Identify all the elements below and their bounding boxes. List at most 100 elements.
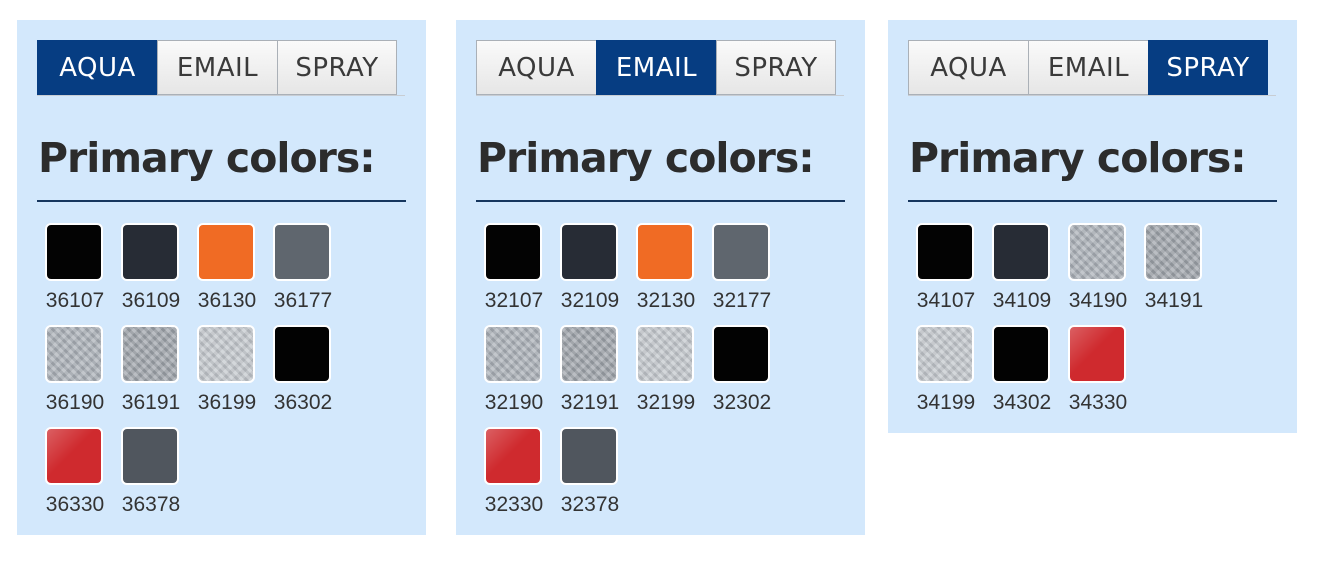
tab-spray[interactable]: SPRAY [1148, 40, 1268, 95]
color-code: 32177 [712, 289, 772, 312]
color-swatch[interactable]: 32378 [552, 427, 628, 529]
color-chip[interactable] [121, 223, 179, 281]
color-swatch[interactable]: 36177 [265, 223, 341, 325]
color-swatch[interactable]: 34109 [984, 223, 1060, 325]
color-swatch[interactable]: 32177 [704, 223, 780, 325]
color-code: 36191 [121, 391, 181, 414]
tab-spray[interactable]: SPRAY [277, 40, 397, 95]
section-title: Primary colors: [477, 134, 815, 182]
color-chip[interactable] [560, 427, 618, 485]
color-code: 36330 [45, 493, 105, 516]
tab-email[interactable]: EMAIL [1028, 40, 1148, 95]
color-chip[interactable] [197, 325, 255, 383]
color-chip[interactable] [45, 325, 103, 383]
color-chip[interactable] [484, 427, 542, 485]
color-chip[interactable] [1068, 223, 1126, 281]
color-chip[interactable] [712, 325, 770, 383]
color-chip[interactable] [636, 223, 694, 281]
color-chip[interactable] [992, 223, 1050, 281]
color-code: 34199 [916, 391, 976, 414]
color-swatch[interactable]: 36302 [265, 325, 341, 427]
color-chip[interactable] [273, 325, 331, 383]
color-swatch[interactable]: 36107 [37, 223, 113, 325]
color-swatch[interactable]: 32107 [476, 223, 552, 325]
color-swatch[interactable]: 36330 [37, 427, 113, 529]
color-code: 32199 [636, 391, 696, 414]
color-swatch[interactable]: 34190 [1060, 223, 1136, 325]
color-swatch[interactable]: 32302 [704, 325, 780, 427]
color-swatch[interactable]: 32199 [628, 325, 704, 427]
color-swatch[interactable]: 34302 [984, 325, 1060, 427]
divider [37, 200, 406, 202]
color-swatch[interactable]: 36378 [113, 427, 189, 529]
color-code: 34109 [992, 289, 1052, 312]
color-chip[interactable] [273, 223, 331, 281]
color-swatch[interactable]: 36130 [189, 223, 265, 325]
color-swatch[interactable]: 36199 [189, 325, 265, 427]
color-chip[interactable] [1068, 325, 1126, 383]
tab-aqua[interactable]: AQUA [476, 40, 596, 95]
color-chip[interactable] [712, 223, 770, 281]
color-code: 36190 [45, 391, 105, 414]
color-chip[interactable] [121, 427, 179, 485]
color-code: 32109 [560, 289, 620, 312]
color-code: 32190 [484, 391, 544, 414]
color-code: 32378 [560, 493, 620, 516]
color-code: 36302 [273, 391, 333, 414]
color-code: 32191 [560, 391, 620, 414]
color-panel-aqua: AQUA EMAIL SPRAY Primary colors: 36107 36… [17, 20, 426, 535]
color-swatch[interactable]: 36191 [113, 325, 189, 427]
color-code: 32107 [484, 289, 544, 312]
color-swatch[interactable]: 32191 [552, 325, 628, 427]
color-code: 34302 [992, 391, 1052, 414]
color-code: 32130 [636, 289, 696, 312]
finish-tabs: AQUA EMAIL SPRAY [476, 40, 844, 96]
color-chip[interactable] [636, 325, 694, 383]
color-chip[interactable] [1144, 223, 1202, 281]
color-code: 32302 [712, 391, 772, 414]
color-swatch[interactable]: 32330 [476, 427, 552, 529]
divider [908, 200, 1277, 202]
divider [476, 200, 845, 202]
color-swatch[interactable]: 32130 [628, 223, 704, 325]
tab-email[interactable]: EMAIL [596, 40, 716, 95]
color-code: 36177 [273, 289, 333, 312]
color-chip[interactable] [560, 223, 618, 281]
color-code: 34107 [916, 289, 976, 312]
color-chip[interactable] [484, 223, 542, 281]
color-swatch[interactable]: 32190 [476, 325, 552, 427]
color-chip[interactable] [992, 325, 1050, 383]
color-code: 36107 [45, 289, 105, 312]
color-swatch[interactable]: 34330 [1060, 325, 1136, 427]
section-title: Primary colors: [909, 134, 1247, 182]
color-swatch[interactable]: 36190 [37, 325, 113, 427]
tab-aqua[interactable]: AQUA [908, 40, 1028, 95]
tab-email[interactable]: EMAIL [157, 40, 277, 95]
color-code: 36109 [121, 289, 181, 312]
color-chip[interactable] [121, 325, 179, 383]
color-code: 34191 [1144, 289, 1204, 312]
color-chip[interactable] [484, 325, 542, 383]
color-swatch[interactable]: 32109 [552, 223, 628, 325]
color-chip[interactable] [45, 427, 103, 485]
color-chip[interactable] [197, 223, 255, 281]
tab-aqua[interactable]: AQUA [37, 40, 157, 95]
color-chip[interactable] [916, 325, 974, 383]
color-code: 36199 [197, 391, 257, 414]
color-panel-spray: AQUA EMAIL SPRAY Primary colors: 34107 34… [888, 20, 1297, 433]
color-chip[interactable] [45, 223, 103, 281]
finish-tabs: AQUA EMAIL SPRAY [908, 40, 1276, 96]
finish-tabs: AQUA EMAIL SPRAY [37, 40, 405, 96]
section-title: Primary colors: [38, 134, 376, 182]
color-panel-email: AQUA EMAIL SPRAY Primary colors: 32107 32… [456, 20, 865, 535]
color-swatch[interactable]: 34199 [908, 325, 984, 427]
color-swatch[interactable]: 36109 [113, 223, 189, 325]
color-code: 34190 [1068, 289, 1128, 312]
color-code: 34330 [1068, 391, 1128, 414]
color-chip[interactable] [916, 223, 974, 281]
tab-spray[interactable]: SPRAY [716, 40, 836, 95]
color-swatch[interactable]: 34191 [1136, 223, 1212, 325]
color-code: 36378 [121, 493, 181, 516]
color-chip[interactable] [560, 325, 618, 383]
color-swatch[interactable]: 34107 [908, 223, 984, 325]
